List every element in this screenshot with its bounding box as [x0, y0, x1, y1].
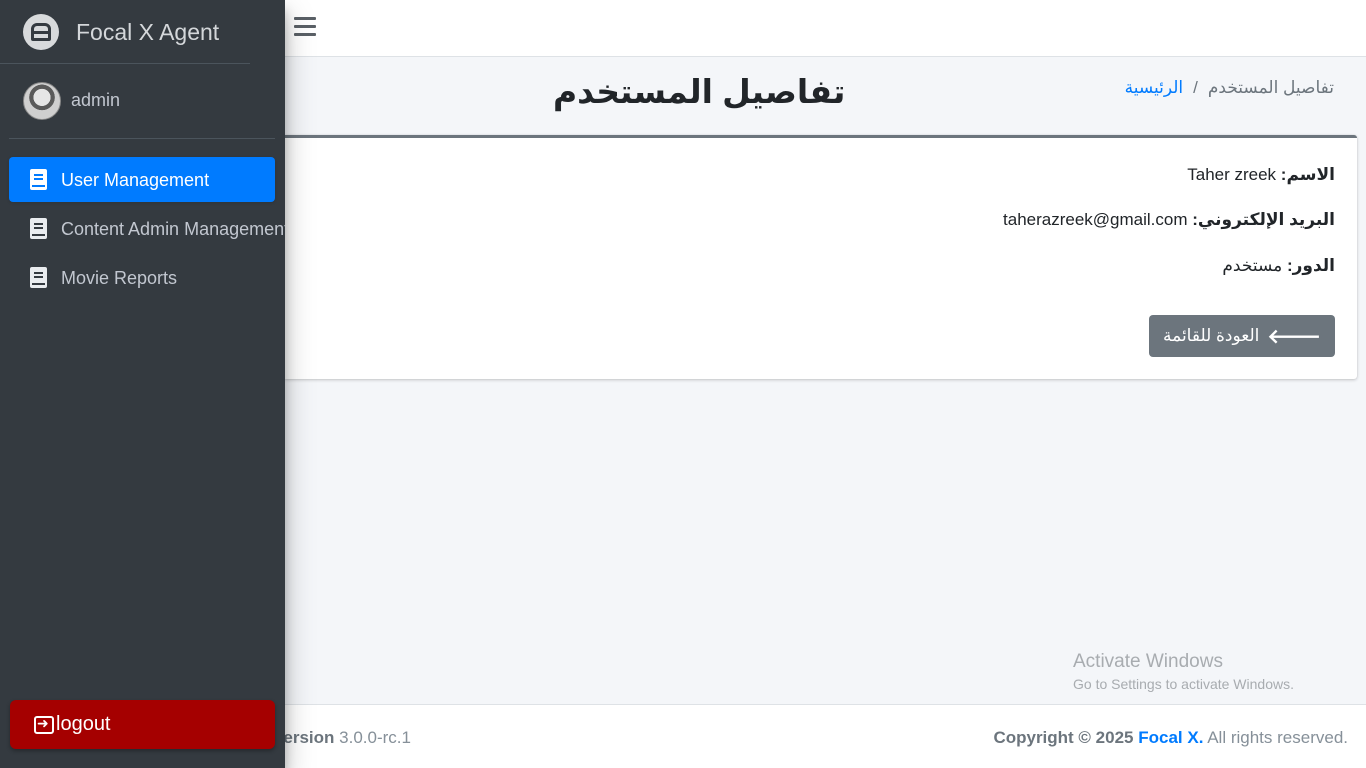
hamburger-icon[interactable]: [294, 17, 316, 37]
breadcrumb-current: تفاصيل المستخدم: [1207, 78, 1334, 97]
version-value: 3.0.0-rc.1: [339, 728, 411, 747]
activate-windows-watermark: Activate Windows Go to Settings to activ…: [1073, 651, 1294, 692]
brand-text: Focal X Agent: [76, 19, 220, 45]
sidebar: Focal X Agent admin User Management Cont…: [0, 0, 285, 768]
brand-link[interactable]: Focal X Agent: [0, 0, 250, 64]
email-label: البريد الإلكتروني:: [1192, 210, 1335, 229]
footer-copyright: Copyright © 2025 Focal X. All rights res…: [993, 728, 1348, 748]
user-name[interactable]: admin: [71, 90, 120, 111]
sidebar-item-content-admin-management[interactable]: Content Admin Management: [9, 206, 285, 251]
breadcrumb: تفاصيل المستخدم / الرئيسية: [1125, 78, 1334, 98]
sidebar-item-movie-reports[interactable]: Movie Reports: [9, 255, 275, 300]
watermark-title: Activate Windows: [1073, 651, 1223, 672]
logout-button[interactable]: logout: [10, 700, 275, 749]
role-label: الدور:: [1286, 256, 1335, 275]
breadcrumb-separator: /: [1193, 78, 1198, 97]
sidebar-item-label: User Management: [61, 170, 210, 190]
back-button-label: العودة للقائمة: [1163, 326, 1260, 345]
email-field: البريد الإلكتروني: taherazreek@gmail.com: [1003, 210, 1335, 230]
back-to-list-button[interactable]: 🡐 العودة للقائمة: [1149, 315, 1335, 357]
footer-version: Version 3.0.0-rc.1: [273, 728, 411, 748]
watermark-subtitle: Go to Settings to activate Windows.: [1073, 676, 1294, 692]
logout-label: logout: [56, 713, 111, 735]
name-label: الاسم:: [1280, 165, 1335, 184]
top-navbar: [285, 0, 1366, 57]
book-icon: [30, 169, 47, 190]
user-panel: admin: [9, 64, 275, 139]
book-icon: [30, 218, 47, 239]
copyright-suffix: All rights reserved.: [1207, 728, 1348, 747]
copyright-prefix: Copyright © 2025: [993, 728, 1134, 747]
breadcrumb-home-link[interactable]: الرئيسية: [1125, 78, 1184, 98]
arrow-left-icon: 🡐: [1267, 325, 1321, 348]
email-value: taherazreek@gmail.com: [1003, 210, 1188, 229]
role-field: الدور: مستخدم: [1222, 256, 1335, 276]
role-value: مستخدم: [1222, 256, 1283, 275]
copyright-brand-link[interactable]: Focal X.: [1138, 728, 1203, 747]
sidebar-item-label: Content Admin Management: [61, 219, 285, 239]
avatar[interactable]: [23, 82, 61, 120]
footer: Version 3.0.0-rc.1 Copyright © 2025 Foca…: [273, 704, 1366, 768]
brand-logo-icon: [23, 14, 59, 50]
name-value: Taher zreek: [1187, 165, 1277, 184]
name-field: الاسم: Taher zreek: [1187, 165, 1335, 185]
logout-icon: [34, 715, 54, 734]
sidebar-item-user-management[interactable]: User Management: [9, 157, 275, 202]
book-icon: [30, 267, 47, 288]
page-title: تفاصيل المستخدم: [553, 73, 846, 110]
sidebar-nav: User Management Content Admin Management…: [9, 157, 285, 304]
user-details-card: الاسم: Taher zreek البريد الإلكتروني: ta…: [285, 135, 1357, 379]
sidebar-item-label: Movie Reports: [61, 268, 178, 288]
